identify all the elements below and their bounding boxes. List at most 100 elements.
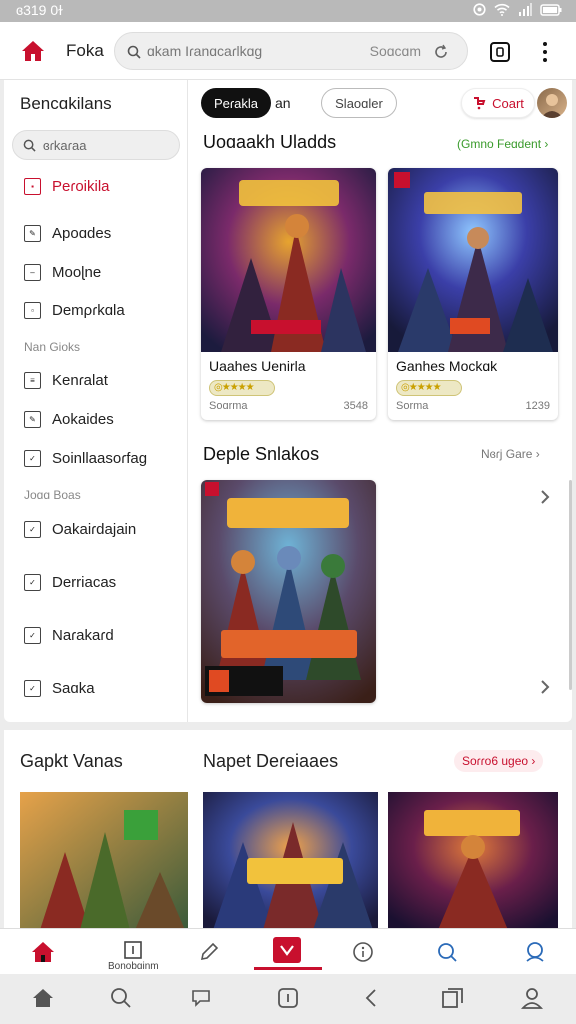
- check-box-icon: ✓: [24, 679, 41, 697]
- tab-info[interactable]: [348, 937, 378, 967]
- game-cover-image[interactable]: [20, 792, 188, 930]
- check-box-icon: ✓: [24, 449, 41, 467]
- minus-box-icon: –: [24, 263, 41, 281]
- game-cover-image: [201, 480, 376, 703]
- section-title: Gapkt Vanas: [20, 751, 123, 771]
- sidebar: Bencɑkilans ɞɾkaɾaa ▪ Peɾoikila ✎ Apoɑdes …: [4, 80, 188, 722]
- sidebar-item-label: Derriacas: [52, 573, 117, 591]
- tab-store[interactable]: [273, 937, 301, 963]
- person-icon: [521, 988, 543, 1009]
- sidebar-item-1[interactable]: ✎ Apoɑdes: [24, 221, 111, 245]
- search-input[interactable]: ɑkam Iɾanɑcaɾlkɑg Soɑcɑm: [114, 32, 468, 70]
- sys-chat-button[interactable]: [188, 985, 214, 1011]
- book-icon: [124, 941, 142, 959]
- tabs-button-icon[interactable]: [489, 41, 511, 63]
- search-icon: [111, 988, 131, 1008]
- sidebar-item-3[interactable]: ▫ Demρɾkɑla: [24, 298, 125, 322]
- sidebar-search-input[interactable]: ɞɾkaɾaa: [12, 130, 180, 160]
- card-meta-right: 1239: [525, 400, 550, 412]
- see-all-link[interactable]: Soɾɾo6 ugeo ›: [454, 750, 544, 772]
- main-area: Peɾakla an Slaoɑler Coart Uoɑaakh Uladds…: [189, 80, 572, 722]
- sidebar-item-label: Kenɾalat: [52, 371, 108, 389]
- tab-home[interactable]: [28, 937, 58, 967]
- sidebar-item-4[interactable]: ≡ Kenɾalat: [24, 368, 108, 392]
- cart-label: Coart: [492, 95, 524, 111]
- check-box-icon: ✓: [24, 520, 41, 538]
- sidebar-item-label: Mooɭne: [52, 263, 102, 281]
- sidebar-item-5[interactable]: ✎ Aokaides: [24, 407, 114, 431]
- home-logo-icon[interactable]: [20, 39, 46, 63]
- status-bar: ɞ319 0ɫ: [0, 0, 576, 22]
- search-icon: [438, 943, 457, 962]
- sys-apps-button[interactable]: [275, 985, 301, 1011]
- chevron-right-icon[interactable]: [539, 488, 551, 506]
- sys-profile-button[interactable]: [519, 985, 545, 1011]
- tab-edit[interactable]: [194, 937, 224, 967]
- sidebar-item-8[interactable]: ✓ Derriacas: [24, 570, 116, 594]
- sidebar-item-0[interactable]: ▪ Peɾoikila: [24, 174, 110, 198]
- filter-pill-secondary[interactable]: Slaoɑler: [321, 88, 397, 118]
- sidebar-section-label: Joɑɑ Boas: [24, 488, 81, 502]
- tab-profile[interactable]: [520, 937, 550, 967]
- chat-icon: [192, 990, 210, 1007]
- list-icon: ≡: [24, 371, 41, 389]
- home-icon: [33, 989, 53, 1007]
- section-title: Napet Deɾeiaaes: [203, 751, 339, 771]
- sidebar-item-6[interactable]: ✓ Soinllaasoɾfag: [24, 446, 147, 470]
- recents-icon: [442, 988, 463, 1008]
- see-all-link[interactable]: Nɞɾj Gare ›: [481, 447, 540, 461]
- tab-search[interactable]: [432, 937, 462, 967]
- chevron-right-icon[interactable]: [539, 678, 551, 696]
- game-cover-image[interactable]: [388, 792, 558, 930]
- see-all-label: (Gmno Feɑdent: [457, 137, 542, 151]
- system-nav-bar: [0, 974, 576, 1024]
- avatar[interactable]: [537, 88, 567, 118]
- card-meta-left: Soɑrma: [209, 400, 248, 412]
- lower-panel: Gapkt Vanas Napet Deɾeiaaes Soɾɾo6 ugeo …: [4, 730, 572, 930]
- section-title: Uoɑaakh Uladds: [203, 132, 337, 152]
- featured-game-card[interactable]: [201, 480, 376, 703]
- check-box-icon: ✓: [24, 626, 41, 644]
- game-card[interactable]: Ganhes Mockɑk ◎★★★★ Sorma 1239: [388, 168, 558, 420]
- content-panel: Bencɑkilans ɞɾkaɾaa ▪ Peɾoikila ✎ Apoɑdes …: [4, 80, 572, 722]
- game-card[interactable]: Uaahes Uenirla ◎★★★★ Soɑrma 3548: [201, 168, 376, 420]
- search-icon: [23, 139, 36, 152]
- apps-icon: [278, 988, 298, 1008]
- sidebar-item-2[interactable]: – Mooɭne: [24, 260, 101, 284]
- rating-stars: ◎★★★★: [209, 380, 275, 396]
- top-bar: Foka ɑkam Iɾanɑcaɾlkɑg Soɑcɑm: [0, 22, 576, 80]
- sidebar-title: Bencɑkilans: [20, 94, 112, 113]
- filter-pill-primary[interactable]: Peɾakla: [201, 88, 271, 118]
- sidebar-item-7[interactable]: ✓ Oakaiɾdajain: [24, 517, 136, 541]
- search-placeholder: ɑkam Iɾanɑcaɾlkɑg: [147, 43, 263, 59]
- more-menu-icon[interactable]: [538, 40, 552, 64]
- sidebar-item-label: Demρɾkɑla: [52, 301, 125, 319]
- sys-back-button[interactable]: [358, 985, 384, 1011]
- scrollbar[interactable]: [569, 480, 572, 690]
- see-all-label: Nɞɾj Gare: [481, 447, 533, 461]
- info-icon: [353, 942, 373, 962]
- card-title: Uaahes Uenirla: [209, 358, 306, 374]
- search-button[interactable]: Soɑcɑm: [370, 43, 421, 59]
- sidebar-item-label: Soinllaasoɾfag: [52, 449, 148, 467]
- sidebar-item-label: Peɾoikila: [52, 177, 110, 195]
- status-icons: [473, 3, 562, 16]
- settings-status-icon: [473, 3, 486, 16]
- sys-search-button[interactable]: [108, 985, 134, 1011]
- sidebar-item-label: Oakaiɾdajain: [52, 520, 137, 538]
- card-meta-right: 3548: [343, 400, 368, 412]
- cart-button[interactable]: Coart: [461, 88, 535, 118]
- see-all-link[interactable]: (Gmno Feɑdent ›: [457, 137, 548, 151]
- game-cover-image[interactable]: [203, 792, 378, 930]
- sidebar-item-10[interactable]: ✓ Saɑka: [24, 676, 95, 700]
- sys-home-button[interactable]: [30, 985, 56, 1011]
- refresh-icon[interactable]: [433, 44, 449, 60]
- active-tab-indicator: [254, 967, 322, 970]
- sidebar-item-9[interactable]: ✓ Naɾakaɾd: [24, 623, 114, 647]
- sidebar-item-label: Saɑka: [52, 679, 95, 697]
- status-time: ɞ319 0ɫ: [16, 2, 63, 18]
- sys-recents-button[interactable]: [440, 985, 466, 1011]
- tab-label: Bonobɑinm: [108, 961, 159, 972]
- brand-name: Foka: [66, 41, 104, 60]
- pencil-icon: [200, 942, 219, 961]
